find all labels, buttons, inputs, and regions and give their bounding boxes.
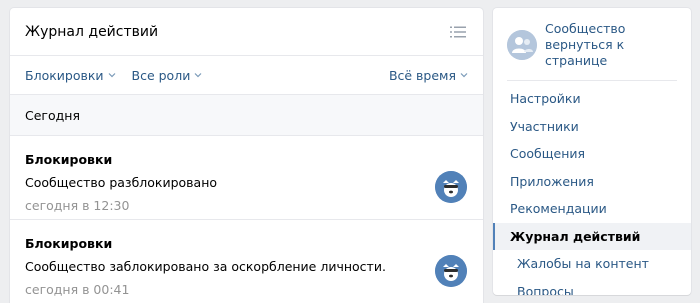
entry-time[interactable]: сегодня в 00:41 bbox=[25, 282, 468, 297]
sidebar-item-messages[interactable]: Сообщения bbox=[493, 140, 691, 168]
list-icon[interactable] bbox=[450, 26, 466, 38]
chevron-down-icon bbox=[194, 73, 202, 78]
date-section-header: Сегодня bbox=[10, 95, 483, 136]
sidebar-item-members[interactable]: Участники bbox=[493, 113, 691, 141]
entry-text: Сообщество разблокировано bbox=[25, 175, 218, 190]
community-sidebar: Сообщество вернуться к странице Настройк… bbox=[493, 8, 691, 295]
back-to-community-link[interactable]: Сообщество вернуться к странице bbox=[493, 8, 691, 81]
filters-bar: Блокировки Все роли Всё время bbox=[10, 56, 483, 95]
community-name[interactable]: Сообщество bbox=[545, 21, 677, 37]
vk-dog-avatar-icon[interactable] bbox=[435, 255, 467, 287]
filter-period-label: Всё время bbox=[388, 67, 456, 83]
entry-text: Сообщество заблокировано за оскорбление … bbox=[25, 259, 386, 274]
sidebar-item-questions[interactable]: Вопросы bbox=[493, 278, 691, 295]
action-log-panel: Журнал действий Блокировки Все роли Всё … bbox=[10, 8, 483, 303]
chevron-down-icon bbox=[460, 73, 468, 78]
sidebar-item-apps[interactable]: Приложения bbox=[493, 168, 691, 196]
chevron-down-icon bbox=[108, 73, 115, 78]
sidebar-item-content-reports[interactable]: Жалобы на контент bbox=[493, 250, 691, 278]
filter-type-label: Блокировки bbox=[25, 67, 104, 83]
entry-time[interactable]: сегодня в 12:30 bbox=[25, 198, 468, 213]
action-log-header: Журнал действий bbox=[10, 8, 483, 56]
vk-dog-avatar-icon[interactable] bbox=[435, 171, 467, 203]
sidebar-item-settings[interactable]: Настройки bbox=[493, 85, 691, 113]
sidebar-item-action-log[interactable]: Журнал действий bbox=[493, 222, 691, 250]
filter-type-dropdown[interactable]: Блокировки bbox=[25, 68, 116, 83]
filter-roles-dropdown[interactable]: Все роли bbox=[132, 68, 203, 83]
back-to-page-text[interactable]: вернуться к странице bbox=[545, 37, 677, 69]
filter-period-dropdown[interactable]: Всё время bbox=[389, 68, 468, 83]
community-info: Сообщество вернуться к странице bbox=[545, 21, 677, 69]
sidebar-item-recommendations[interactable]: Рекомендации bbox=[493, 195, 691, 223]
entry-type: Блокировки bbox=[25, 152, 113, 167]
community-avatar-icon bbox=[507, 30, 537, 60]
log-entry: Блокировки Сообщество разблокировано сег… bbox=[10, 136, 483, 220]
page-title: Журнал действий bbox=[25, 23, 159, 40]
entry-type: Блокировки bbox=[25, 236, 113, 251]
log-entry: Блокировки Сообщество заблокировано за о… bbox=[10, 220, 483, 303]
filter-roles-label: Все роли bbox=[131, 67, 191, 83]
